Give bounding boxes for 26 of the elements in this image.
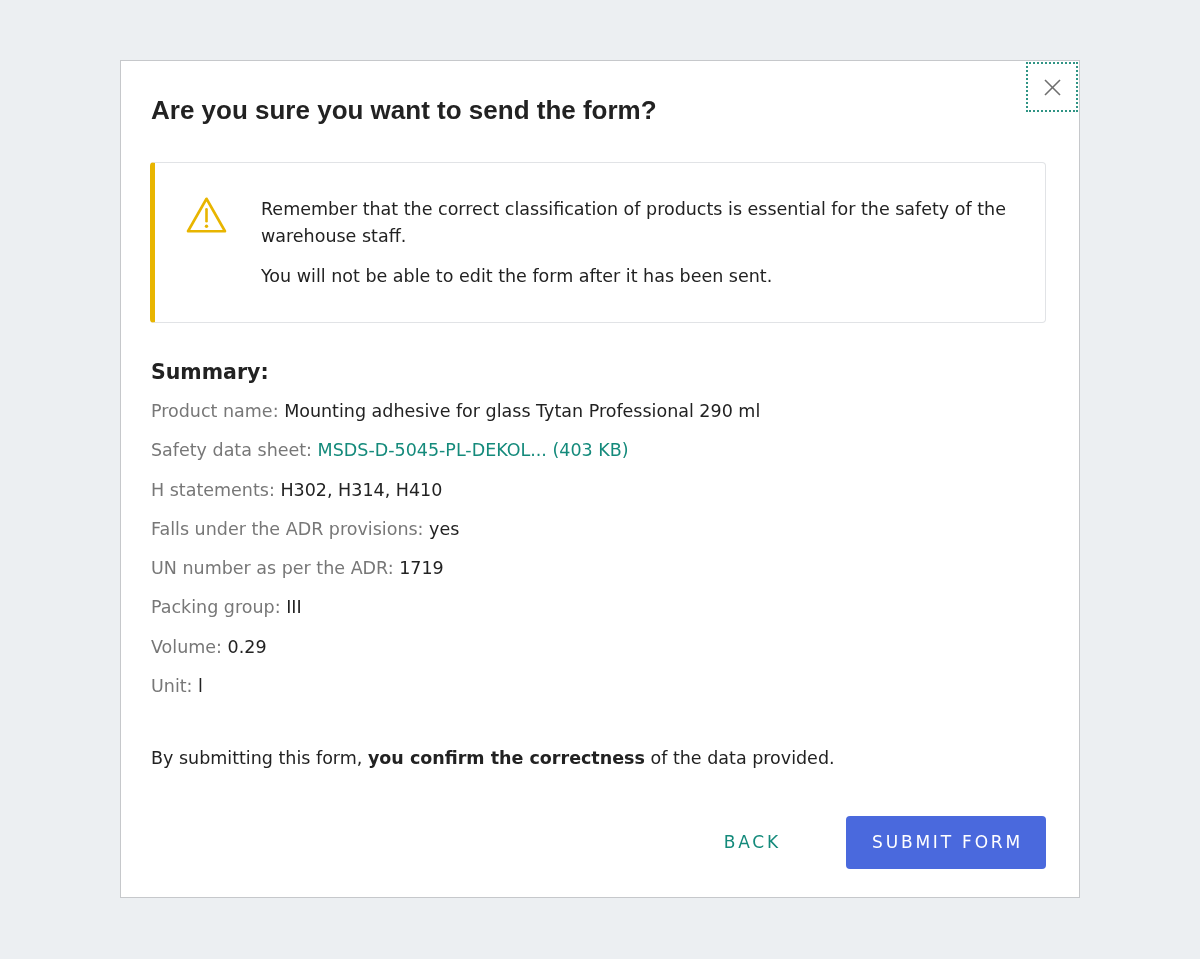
alert-text: You will not be able to edit the form after it has been sent.	[261, 265, 774, 288]
summary-value: yes	[429, 518, 460, 539]
confirmation-text: By submitting this form, you confirm the correctness of the data provided.	[151, 747, 836, 771]
summary-label: Packing group:	[151, 597, 281, 618]
close-button[interactable]	[1026, 62, 1078, 112]
summary-label: UN number as per the ADR:	[151, 558, 394, 579]
summary-label: Unit:	[151, 676, 193, 697]
summary-heading: Summary:	[151, 359, 270, 386]
summary-value: III	[286, 597, 302, 618]
summary-value: Mounting adhesive for glass Tytan Professional 290 ml	[284, 401, 761, 421]
summary-value: H302, H314, H410	[280, 479, 443, 500]
warning-icon	[186, 196, 227, 234]
summary-value: 0.29	[227, 636, 267, 657]
summary-label: Product name:	[151, 401, 279, 421]
summary-label: Falls under the ADR provisions:	[151, 518, 424, 539]
summary-value: l	[198, 676, 203, 697]
summary-label: H statements:	[151, 479, 275, 500]
back-button[interactable]: BACK	[702, 816, 799, 870]
submit-button[interactable]: SUBMIT FORM	[846, 816, 1046, 870]
file-link[interactable]: MSDS-D-5045-PL-DEKOL... (403 KB)	[317, 440, 629, 461]
alert-text: Remember that the correct classification of products is essential for the safety of the warehouse staff.	[261, 198, 1007, 248]
dialog-title: Are you sure you want to send the form?	[151, 94, 658, 126]
summary-value: 1719	[399, 558, 444, 579]
summary-label: Safety data sheet:	[151, 440, 313, 461]
summary-label: Volume:	[151, 636, 222, 657]
close-icon	[1043, 78, 1061, 96]
